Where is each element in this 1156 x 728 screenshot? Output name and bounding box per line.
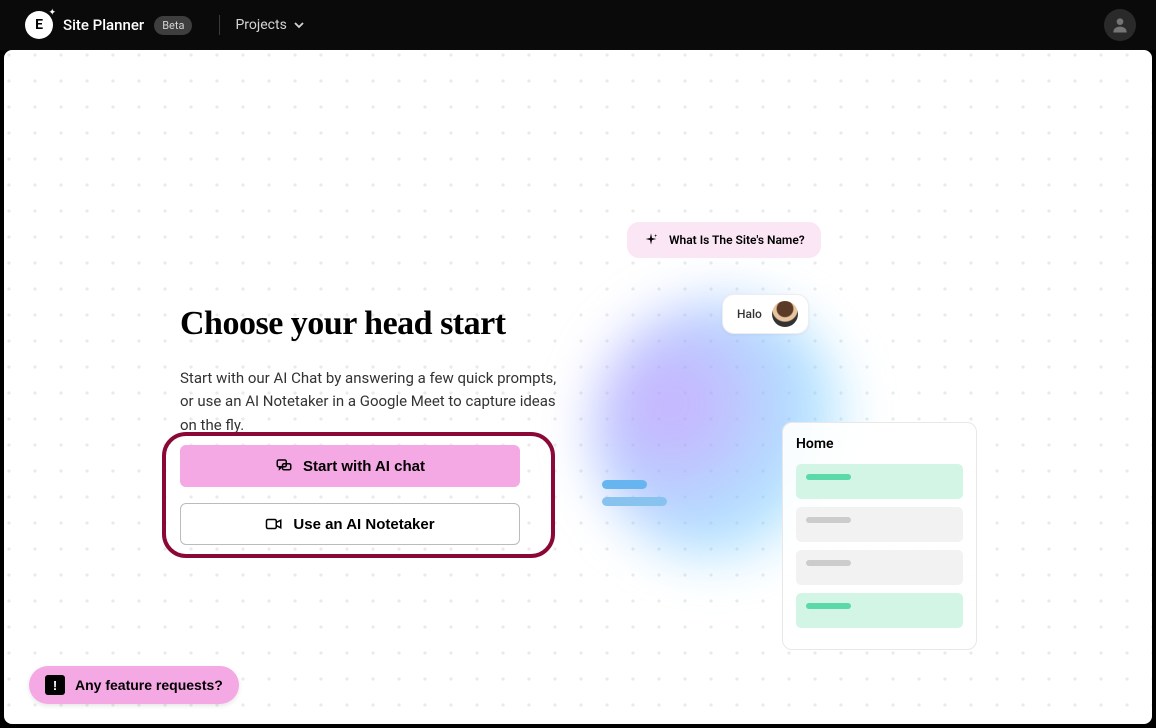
intro-section: Choose your head start Start with our AI…	[180, 305, 580, 461]
beta-badge: Beta	[154, 16, 192, 35]
illustration-panel: What Is The Site's Name? Halo Home	[622, 190, 1022, 690]
logo-sparkle-icon: ✦	[48, 8, 56, 18]
use-ai-notetaker-button[interactable]: Use an AI Notetaker	[180, 503, 520, 545]
question-bubble-text: What Is The Site's Name?	[669, 232, 805, 248]
illustration-user-avatar	[772, 301, 798, 327]
user-icon	[1110, 15, 1130, 35]
dash-line	[602, 480, 647, 489]
feature-request-label: Any feature requests?	[75, 677, 223, 693]
logo-letter-icon: E	[35, 17, 43, 33]
notetaker-button-label: Use an AI Notetaker	[293, 516, 434, 533]
feature-request-button[interactable]: ! Any feature requests?	[29, 666, 239, 704]
card-row	[796, 464, 963, 499]
projects-label: Projects	[235, 17, 286, 33]
home-card-title: Home	[796, 436, 963, 452]
page-description: Start with our AI Chat by answering a fe…	[180, 367, 560, 437]
sparkle-icon	[643, 232, 659, 248]
feedback-icon: !	[45, 675, 65, 695]
app-name: Site Planner	[63, 16, 144, 34]
illustration-home-card: Home	[782, 422, 977, 650]
page-heading: Choose your head start	[180, 305, 580, 343]
app-logo: E ✦	[25, 11, 53, 39]
illustration-chat-bubble-question: What Is The Site's Name?	[627, 222, 821, 258]
card-line	[806, 474, 851, 480]
card-line	[806, 517, 851, 523]
video-icon	[265, 515, 283, 533]
card-row	[796, 507, 963, 542]
card-line	[806, 603, 851, 609]
projects-dropdown[interactable]: Projects	[235, 17, 304, 33]
header-divider	[219, 15, 220, 35]
card-row	[796, 593, 963, 628]
user-avatar[interactable]	[1104, 9, 1136, 41]
main-content: Choose your head start Start with our AI…	[4, 50, 1152, 724]
answer-bubble-text: Halo	[737, 307, 762, 321]
illustration-chat-bubble-answer: Halo	[722, 294, 809, 334]
card-row	[796, 550, 963, 585]
app-header: E ✦ Site Planner Beta Projects	[0, 0, 1156, 50]
chevron-down-icon	[293, 19, 305, 31]
illustration-dashes	[602, 480, 667, 514]
dash-line	[602, 497, 667, 506]
card-line	[806, 560, 851, 566]
